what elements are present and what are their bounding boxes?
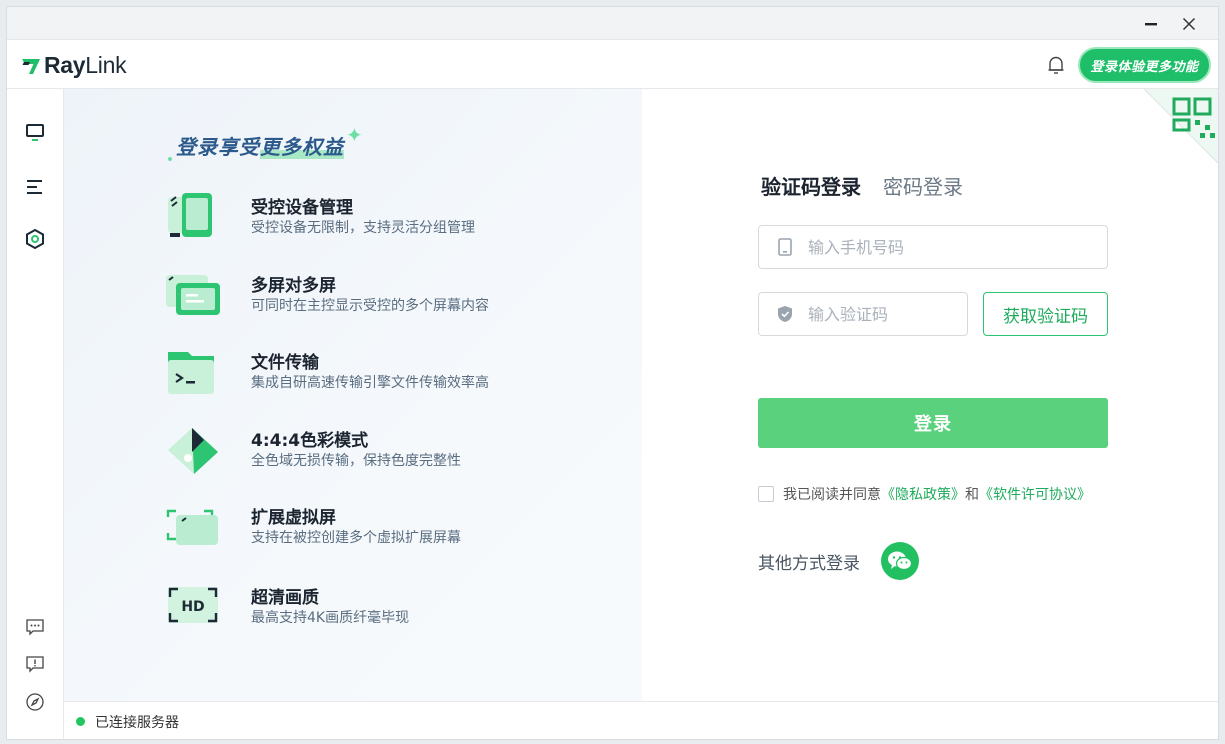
minimize-icon [1145,22,1157,25]
tab-sms-login[interactable]: 验证码登录 [761,171,861,200]
chat-icon [26,619,44,636]
get-code-button[interactable]: 获取验证码 [983,292,1108,336]
logo-mark-icon [22,58,40,74]
color-mode-icon [168,428,218,474]
logo-text-link: Link [85,52,127,78]
phone-field [758,225,1108,269]
feature-title: 4:4:4色彩模式 [251,431,369,451]
device-manage-icon [168,193,212,237]
features-headline: 登录享受更多权益 [176,131,344,160]
monitor-icon [26,124,44,141]
phone-input[interactable] [808,237,1107,257]
wechat-login-button[interactable] [881,542,919,580]
other-login-label: 其他方式登录 [758,553,860,574]
app-header: RayLink 登录体验更多功能 [7,41,1218,89]
hd-icon: HD [168,587,218,623]
close-button[interactable] [1170,7,1208,40]
file-transfer-icon [168,352,214,394]
app-window: RayLink 登录体验更多功能 登录享受更多权益 ✦ 受控设备管理 受控设备无… [6,6,1219,740]
code-field [758,292,968,336]
headline-highlight: 更多权益 [260,135,344,159]
feature-desc: 受控设备无限制，支持灵活分组管理 [251,220,475,236]
bell-icon [1048,56,1064,74]
sidebar-item-compass[interactable] [23,690,47,714]
connection-status-text: 已连接服务器 [95,714,179,731]
login-panel: 验证码登录 密码登录 获取验证码 登录 我已阅读并同意 《隐私政策》 和 《软件… [642,88,1218,701]
shield-icon [776,305,794,323]
feature-desc: 全色域无损传输，保持色度完整性 [251,453,461,469]
license-agreement-link[interactable]: 《软件许可协议》 [979,484,1091,504]
feature-title: 多屏对多屏 [251,276,336,296]
sparkle-icon: ✦ [346,123,363,147]
sidebar-item-feedback[interactable] [23,652,47,676]
feature-title: 受控设备管理 [251,198,353,218]
sidebar-item-chat[interactable] [23,615,47,639]
feature-item-multi-screen: 多屏对多屏 可同时在主控显示受控的多个屏幕内容 [164,267,584,323]
wechat-icon [888,551,913,571]
feedback-icon [26,656,44,673]
notification-button[interactable] [1045,54,1067,76]
feature-item-virtual-screen: 扩展虚拟屏 支持在被控创建多个虚拟扩展屏幕 [164,499,584,555]
other-login-row: 其他方式登录 [758,542,919,580]
tab-password-login[interactable]: 密码登录 [883,171,963,200]
list-icon [27,180,42,194]
agreement-text: 我已阅读并同意 [783,487,881,503]
raylink-logo: RayLink [21,52,127,79]
multi-screen-icon [166,275,220,315]
virtual-screen-icon [166,509,218,545]
phone-icon [776,238,794,256]
feature-desc: 支持在被控创建多个虚拟扩展屏幕 [251,530,461,546]
agreement-row: 我已阅读并同意 《隐私政策》 和 《软件许可协议》 [758,484,1091,504]
feature-title: 文件传输 [251,353,319,373]
privacy-policy-link[interactable]: 《隐私政策》 [881,484,965,504]
code-input[interactable] [808,304,967,324]
sidebar-item-list[interactable] [23,175,47,199]
agreement-and: 和 [965,487,979,503]
feature-desc: 可同时在主控显示受控的多个屏幕内容 [251,298,489,314]
settings-icon [26,228,44,250]
feature-title: 超清画质 [251,588,319,608]
logo-text-ray: Ray [44,52,86,78]
status-bar: 已连接服务器 [64,701,1218,739]
feature-item-hd: HD 超清画质 最高支持4K画质纤毫毕现 [164,579,584,635]
svg-text:HD: HD [181,599,204,615]
headline-prefix: 登录享受 [176,135,260,159]
qr-login-toggle[interactable] [1143,88,1218,165]
feature-desc: 最高支持4K画质纤毫毕现 [251,610,410,626]
decoration-dot [168,157,172,161]
features-panel: 登录享受更多权益 ✦ 受控设备管理 受控设备无限制，支持灵活分组管理 多屏对多屏… [64,89,642,701]
feature-item-color-mode: 4:4:4色彩模式 全色域无损传输，保持色度完整性 [164,422,584,478]
feature-desc: 集成自研高速传输引擎文件传输效率高 [251,375,489,391]
title-bar [7,7,1218,40]
login-more-features-button[interactable]: 登录体验更多功能 [1078,47,1211,83]
connection-status-dot [76,717,85,726]
agreement-checkbox[interactable] [758,486,774,502]
sidebar [7,89,64,739]
login-button[interactable]: 登录 [758,398,1108,448]
sidebar-item-settings[interactable] [23,227,47,251]
feature-item-file-transfer: 文件传输 集成自研高速传输引擎文件传输效率高 [164,344,584,400]
close-icon [1182,17,1196,30]
sidebar-item-devices[interactable] [23,121,47,145]
feature-item-device-manage: 受控设备管理 受控设备无限制，支持灵活分组管理 [164,189,584,245]
qr-code-icon [1143,88,1218,164]
minimize-button[interactable] [1132,7,1170,40]
login-tabs: 验证码登录 密码登录 [761,171,963,200]
feature-title: 扩展虚拟屏 [251,508,336,528]
compass-icon [26,693,44,711]
